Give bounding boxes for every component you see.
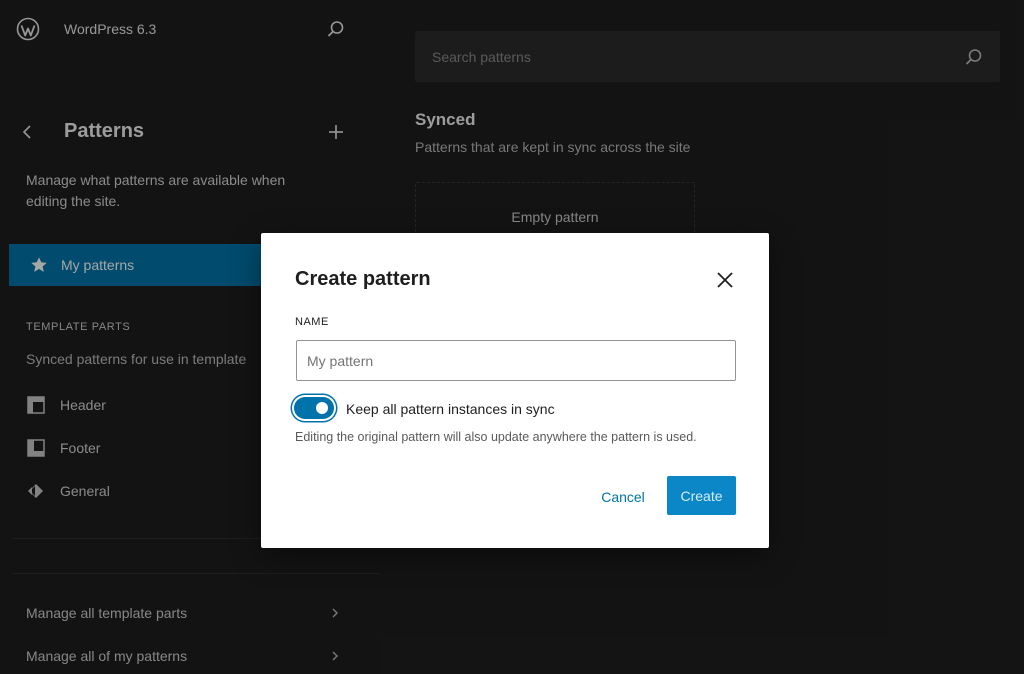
pattern-name-input[interactable] [296, 340, 736, 381]
create-button[interactable]: Create [667, 476, 736, 515]
cancel-button[interactable]: Cancel [591, 484, 655, 508]
sync-toggle[interactable] [294, 397, 334, 419]
create-pattern-modal: Create pattern NAME Keep all pattern ins… [261, 233, 769, 548]
toggle-knob [316, 402, 328, 414]
name-field-label: NAME [295, 316, 329, 328]
close-icon[interactable] [713, 268, 737, 292]
sync-help-text: Editing the original pattern will also u… [295, 430, 697, 444]
modal-title: Create pattern [295, 268, 431, 290]
sync-toggle-label[interactable]: Keep all pattern instances in sync [346, 401, 555, 417]
